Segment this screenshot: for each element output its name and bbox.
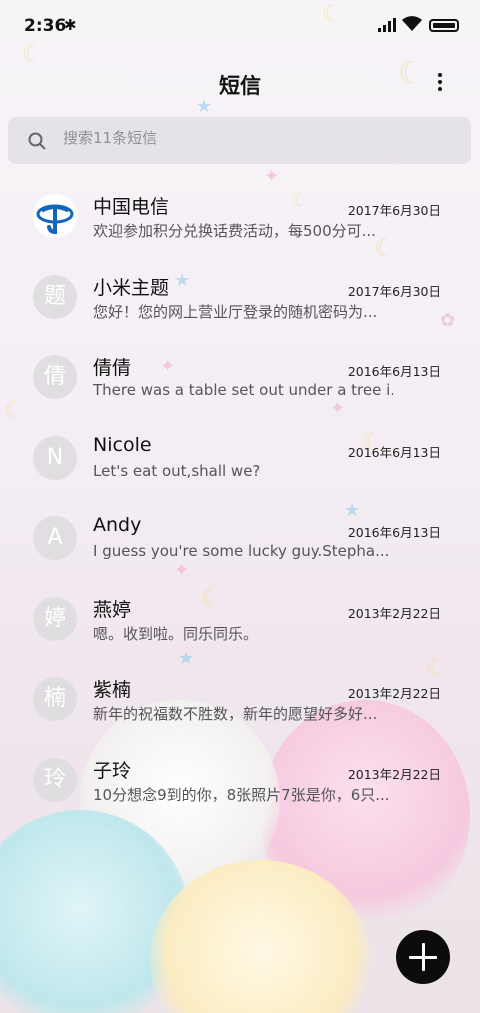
- compose-message-button[interactable]: [396, 930, 450, 984]
- conversation-preview: 欢迎参加积分兑换话费活动，每500分可...: [93, 222, 376, 240]
- battery-icon: [429, 19, 459, 32]
- conversation-item[interactable]: 中国电信 2017年6月30日 欢迎参加积分兑换话费活动，每500分可...: [0, 176, 480, 257]
- conversation-sender: 倩倩: [93, 357, 132, 379]
- more-vertical-icon: [438, 80, 442, 84]
- conversation-date: 2017年6月30日: [347, 203, 441, 218]
- conversation-date: 2013年2月22日: [347, 766, 441, 782]
- wifi-icon: [402, 16, 422, 31]
- conversation-item[interactable]: N Nicole 2016年6月13日 Let's eat out,shall …: [0, 418, 480, 499]
- conversation-sender: 紫楠: [93, 679, 132, 701]
- conversation-preview: Let's eat out,shall we?: [93, 461, 261, 480]
- contact-avatar[interactable]: A: [33, 516, 77, 560]
- conversation-item[interactable]: A Andy 2016年6月13日 I guess you're some lu…: [0, 498, 480, 579]
- conversation-date: 2017年6月30日: [347, 283, 441, 299]
- conversation-date: 2013年2月22日: [347, 686, 441, 701]
- conversation-preview: There was a table set out under a tree i…: [93, 381, 393, 399]
- conversation-preview: I guess you're some lucky guy.Stepha...: [93, 542, 390, 560]
- conversation-item[interactable]: 楠 紫楠 2013年2月22日 新年的祝福数不胜数，新年的愿望好多好...: [0, 659, 480, 740]
- conversation-date: 2016年6月13日: [347, 525, 441, 540]
- conversation-date: 2016年6月13日: [347, 444, 441, 460]
- conversation-sender: 中国电信: [93, 196, 170, 218]
- conversation-sender: Nicole: [93, 433, 152, 456]
- contact-avatar[interactable]: 倩: [33, 355, 77, 399]
- conversation-sender: Andy: [93, 514, 142, 536]
- conversation-preview: 10分想念9到的你，8张照片7张是你，6只...: [93, 785, 390, 804]
- title-bar: 短信: [0, 62, 480, 106]
- status-bar: 2:36 ✱: [0, 0, 480, 54]
- conversation-date: 2016年6月13日: [347, 364, 441, 379]
- conversation-sender: 子玲: [93, 759, 132, 782]
- conversation-item[interactable]: 倩 倩倩 2016年6月13日 There was a table set ou…: [0, 337, 480, 418]
- conversation-item[interactable]: 婷 燕婷 2013年2月22日 嗯。收到啦。同乐同乐。: [0, 579, 480, 660]
- conversation-item[interactable]: 玲 子玲 2013年2月22日 10分想念9到的你，8张照片7张是你，6只...: [0, 740, 480, 821]
- page-title: 短信: [219, 74, 261, 98]
- conversation-item[interactable]: 题 小米主题 2017年6月30日 您好！您的网上营业厅登录的随机密码为...: [0, 257, 480, 338]
- message-list: 中国电信 2017年6月30日 欢迎参加积分兑换话费活动，每500分可... 题…: [0, 176, 480, 820]
- bluetooth-icon: ✱: [64, 16, 77, 34]
- more-vertical-icon: [438, 87, 442, 91]
- signal-icon: [378, 18, 396, 32]
- search-bar[interactable]: [8, 117, 471, 164]
- contact-avatar[interactable]: 婷: [33, 596, 77, 641]
- conversation-preview: 嗯。收到啦。同乐同乐。: [93, 624, 259, 643]
- china-telecom-logo-avatar[interactable]: [33, 194, 77, 238]
- search-input[interactable]: [63, 129, 443, 147]
- contact-avatar[interactable]: N: [33, 435, 77, 480]
- conversation-sender: 小米主题: [93, 276, 170, 299]
- more-vertical-icon: [438, 73, 442, 77]
- conversation-preview: 新年的祝福数不胜数，新年的愿望好多好...: [93, 705, 378, 723]
- conversation-sender: 燕婷: [93, 598, 132, 621]
- china-telecom-logo-icon: [36, 204, 74, 235]
- conversation-preview: 您好！您的网上营业厅登录的随机密码为...: [93, 302, 378, 321]
- contact-avatar[interactable]: 玲: [33, 757, 77, 802]
- search-icon: [28, 132, 46, 150]
- more-options-button[interactable]: [430, 70, 450, 98]
- conversation-date: 2013年2月22日: [347, 605, 441, 621]
- status-time: 2:36: [24, 16, 67, 36]
- contact-avatar[interactable]: 楠: [33, 677, 77, 721]
- contact-avatar[interactable]: 题: [33, 274, 77, 319]
